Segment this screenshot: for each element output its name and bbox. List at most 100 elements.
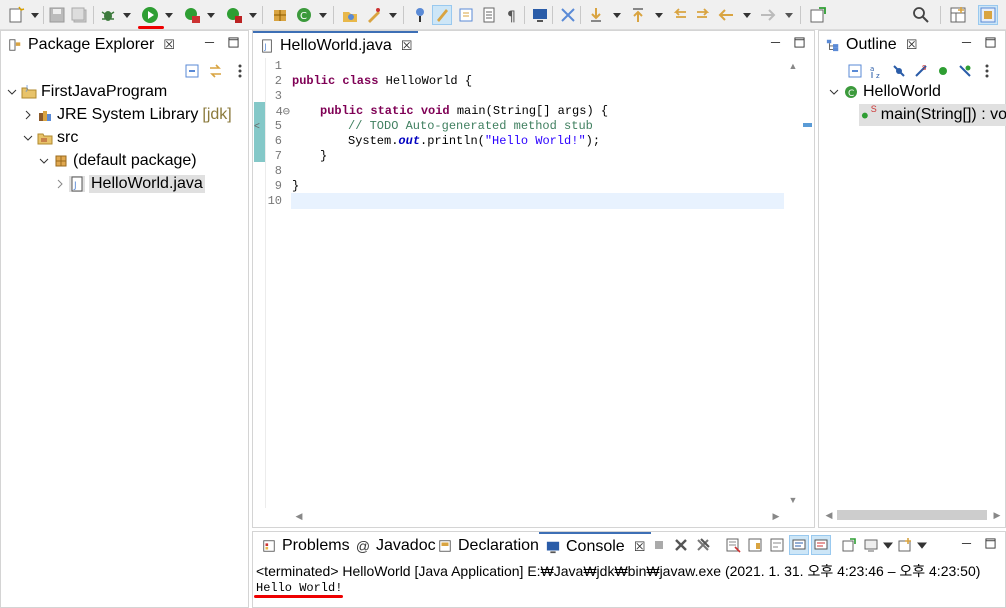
tab-package-explorer[interactable]: Package Explorer ☒ — [1, 31, 181, 59]
forward-dropdown-icon[interactable] — [784, 5, 794, 25]
save-all-icon[interactable] — [69, 5, 89, 25]
last-edit-location-icon[interactable] — [670, 5, 690, 25]
pin-console-icon[interactable] — [839, 535, 859, 555]
code-line-2[interactable]: public class HelloWorld { — [292, 74, 472, 88]
hide-local-types-icon[interactable] — [955, 61, 975, 81]
maximize-icon[interactable] — [792, 35, 806, 49]
tree-item-jre[interactable]: JRE System Library [jdk] — [21, 104, 232, 126]
next-annotation-icon[interactable] — [586, 5, 606, 25]
run-dropdown-icon[interactable] — [164, 5, 174, 25]
maximize-icon[interactable] — [983, 536, 997, 550]
open-console-icon[interactable] — [895, 535, 915, 555]
link-with-editor-icon[interactable] — [206, 61, 226, 81]
minimize-icon[interactable] — [959, 35, 973, 49]
forward-edit-icon[interactable] — [693, 5, 713, 25]
save-icon[interactable] — [47, 5, 67, 25]
expanded-chevron-icon[interactable] — [37, 154, 51, 168]
maximize-icon[interactable] — [983, 35, 997, 49]
mark-occurrences-icon[interactable] — [432, 5, 452, 25]
tree-item-project[interactable]: J FirstJavaProgram — [5, 81, 167, 103]
expanded-chevron-icon[interactable] — [21, 131, 35, 145]
minimize-icon[interactable] — [202, 35, 216, 49]
minimize-icon[interactable] — [959, 536, 973, 550]
debug-dropdown-icon[interactable] — [122, 5, 132, 25]
new-java-project-icon[interactable] — [270, 5, 290, 25]
view-menu-icon[interactable] — [230, 61, 250, 81]
scroll-left-icon[interactable]: ◀ — [821, 507, 837, 523]
editor-horizontal-scrollbar[interactable]: ◀ ▶ — [291, 508, 784, 524]
close-icon[interactable]: ☒ — [906, 37, 918, 53]
new-class-icon[interactable]: C — [294, 5, 314, 25]
remove-launch-icon[interactable] — [671, 535, 691, 555]
editor-vertical-scrollbar[interactable]: ▲ ▼ — [785, 58, 801, 508]
search-icon[interactable] — [911, 5, 931, 25]
tab-helloworld-java[interactable]: J HelloWorld.java ☒ — [253, 31, 419, 59]
tab-problems[interactable]: Problems — [255, 532, 356, 560]
back-dropdown-icon[interactable] — [742, 5, 752, 25]
hide-static-icon[interactable]: S — [911, 61, 931, 81]
word-wrap-console-icon[interactable] — [767, 535, 787, 555]
display-selected-console-icon[interactable] — [861, 535, 881, 555]
external-tools-dropdown-icon[interactable] — [248, 5, 258, 25]
open-perspective-icon[interactable] — [948, 5, 968, 25]
tab-declaration[interactable]: Declaration — [431, 532, 545, 560]
code-line-9[interactable]: } — [292, 179, 299, 193]
overview-ruler-marker[interactable] — [803, 123, 812, 127]
word-wrap-icon[interactable] — [479, 5, 499, 25]
outline-horizontal-scrollbar[interactable]: ◀ ▶ — [821, 507, 1005, 523]
scroll-down-icon[interactable]: ▼ — [785, 492, 801, 508]
scroll-thumb[interactable] — [837, 510, 987, 520]
scroll-lock-icon[interactable] — [745, 535, 765, 555]
line-number[interactable]: 4⊖ — [262, 104, 290, 119]
outline-item-class[interactable]: C HelloWorld — [827, 81, 941, 103]
coverage-icon[interactable] — [182, 5, 202, 25]
scroll-up-icon[interactable]: ▲ — [785, 58, 801, 74]
tree-item-helloworld-java[interactable]: J HelloWorld.java — [53, 173, 205, 195]
external-tools-icon[interactable] — [224, 5, 244, 25]
sort-icon[interactable]: az — [867, 61, 887, 81]
collapse-all-icon[interactable] — [182, 61, 202, 81]
terminate-icon[interactable] — [649, 535, 669, 555]
close-icon[interactable]: ☒ — [401, 38, 413, 54]
debug-icon[interactable] — [98, 5, 118, 25]
outline-item-method[interactable]: S main(String[]) : vo — [859, 104, 1006, 126]
previous-annotation-icon[interactable] — [628, 5, 648, 25]
terminal-icon[interactable] — [530, 5, 550, 25]
expanded-chevron-icon[interactable] — [827, 85, 841, 99]
tree-item-src[interactable]: src — [21, 127, 78, 149]
scroll-right-icon[interactable]: ▶ — [989, 507, 1005, 523]
collapsed-chevron-icon[interactable] — [53, 177, 67, 191]
coverage-dropdown-icon[interactable] — [206, 5, 216, 25]
new-class-dropdown-icon[interactable] — [318, 5, 328, 25]
forward-icon[interactable] — [758, 5, 778, 25]
show-console-stdout-icon[interactable] — [789, 535, 809, 555]
display-console-dropdown-icon[interactable] — [883, 535, 893, 555]
previous-annotation-dropdown-icon[interactable] — [654, 5, 664, 25]
console-output[interactable]: Hello World! — [256, 581, 342, 595]
clear-console-icon[interactable] — [723, 535, 743, 555]
annotation-icon[interactable] — [410, 5, 430, 25]
maximize-icon[interactable] — [226, 35, 240, 49]
minimize-icon[interactable] — [768, 35, 782, 49]
java-perspective-icon[interactable] — [978, 5, 998, 25]
search-dropdown-icon[interactable] — [388, 5, 398, 25]
code-line-4[interactable]: public static void main(String[] args) { — [320, 104, 608, 118]
block-selection-icon[interactable] — [456, 5, 476, 25]
tab-outline[interactable]: Outline ☒ — [819, 31, 924, 59]
scroll-left-icon[interactable]: ◀ — [291, 508, 307, 524]
close-icon[interactable]: ☒ — [163, 37, 175, 53]
hide-fields-icon[interactable] — [889, 61, 909, 81]
remove-all-terminated-icon[interactable] — [693, 535, 713, 555]
run-icon[interactable] — [140, 5, 160, 25]
tree-item-default-package[interactable]: (default package) — [37, 150, 197, 172]
scroll-right-icon[interactable]: ▶ — [768, 508, 784, 524]
code-line-7[interactable]: } — [320, 149, 327, 163]
new-icon[interactable] — [6, 5, 26, 25]
code-line-6[interactable]: System.out.println("Hello World!"); — [348, 134, 600, 148]
collapse-all-icon[interactable] — [845, 61, 865, 81]
tab-javadoc[interactable]: @ Javadoc — [349, 532, 442, 560]
expanded-chevron-icon[interactable] — [5, 85, 19, 99]
show-console-stderr-icon[interactable] — [811, 535, 831, 555]
open-console-dropdown-icon[interactable] — [917, 535, 927, 555]
back-icon[interactable] — [716, 5, 736, 25]
